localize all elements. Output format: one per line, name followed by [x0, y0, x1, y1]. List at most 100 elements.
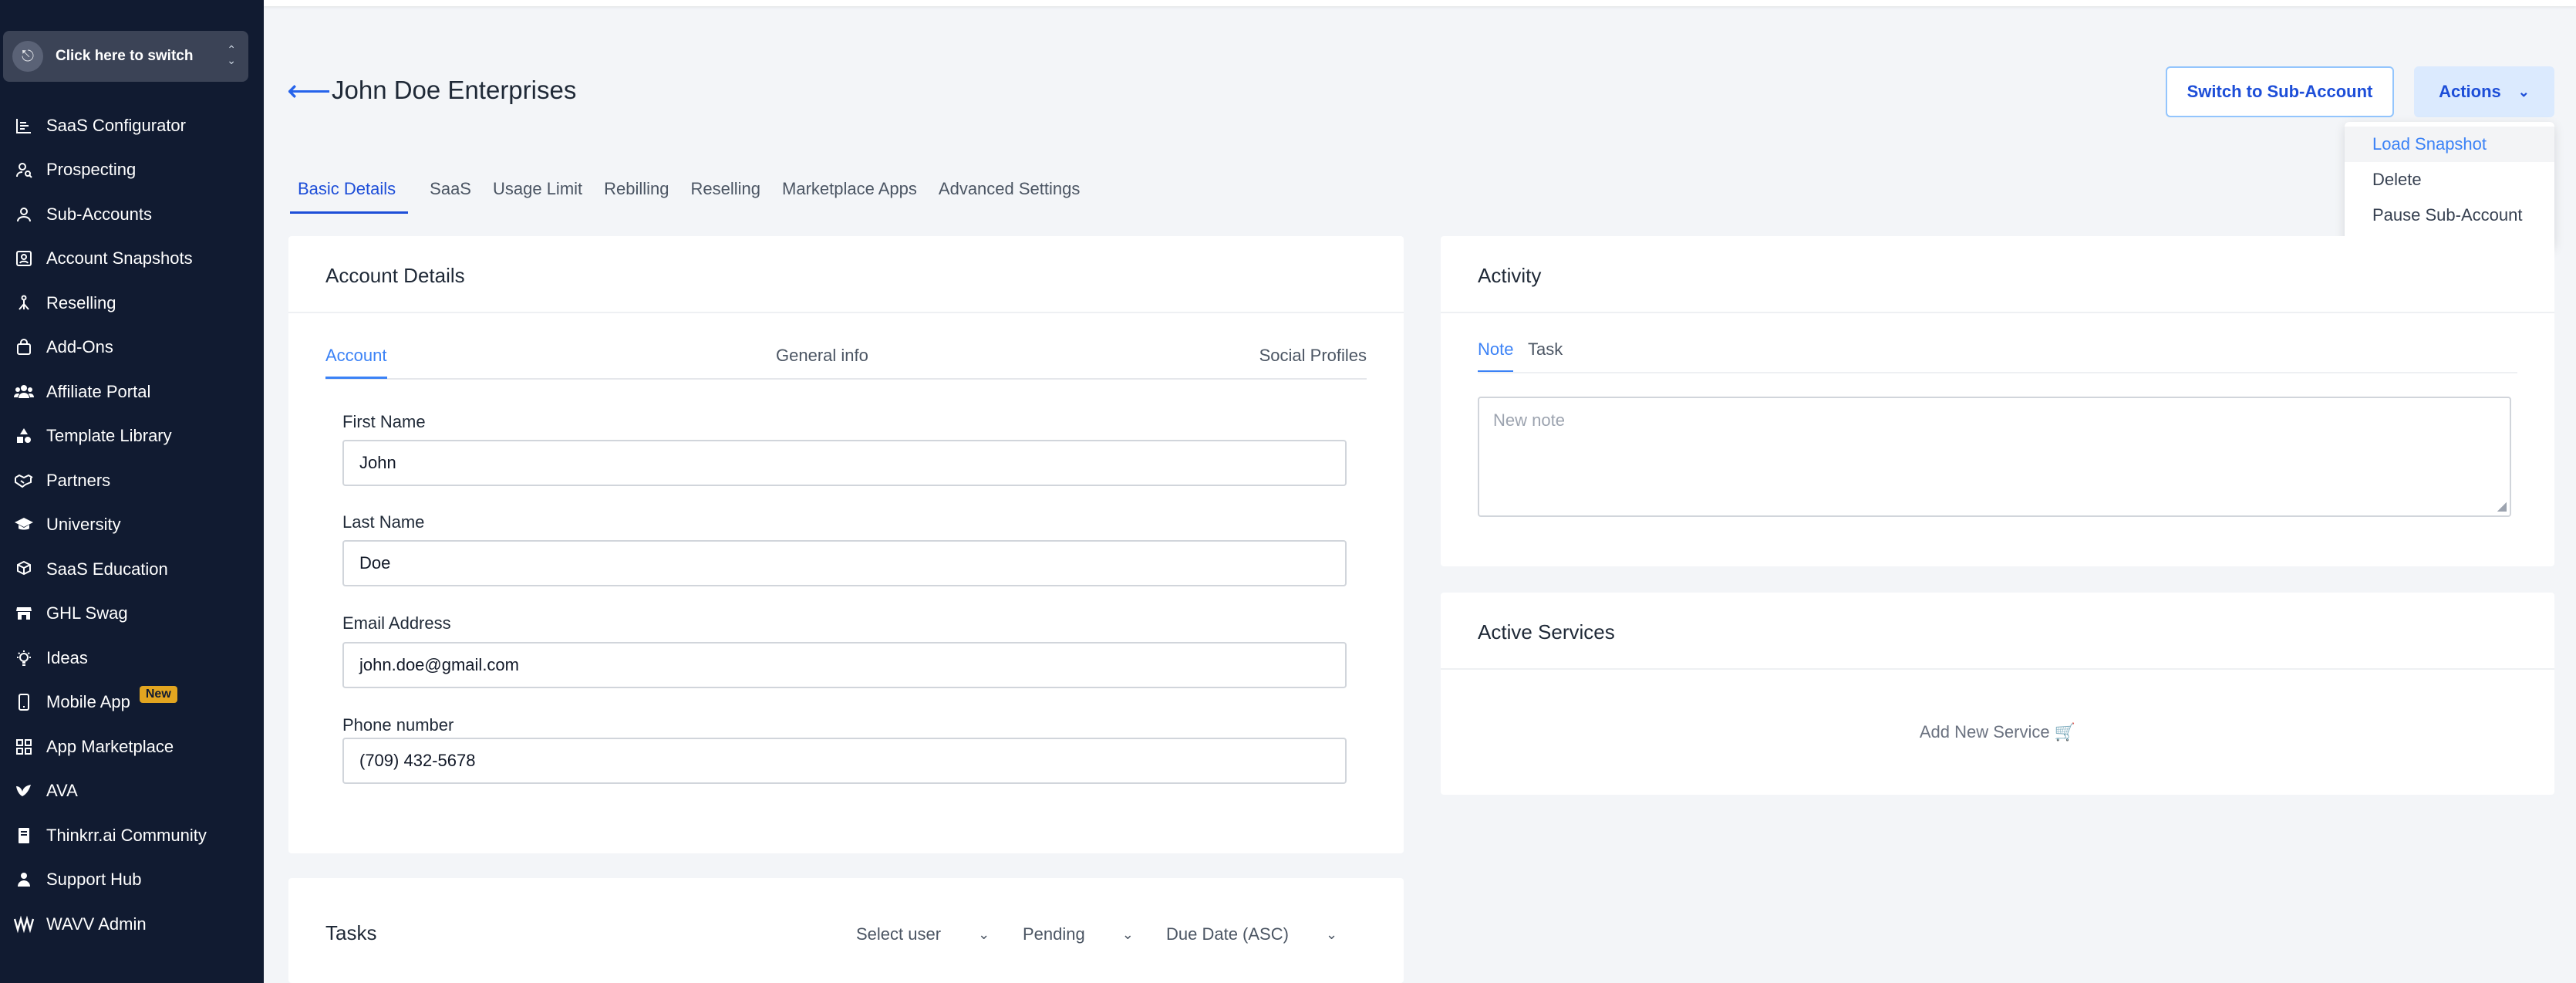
- graduation-cap-icon: [12, 513, 35, 536]
- first-name-label: First Name: [342, 412, 426, 431]
- cart-icon: 🛒: [2054, 722, 2076, 741]
- switcher-label: Click here to switch: [56, 48, 194, 64]
- sidebar-nav: SaaS Configurator Prospecting Sub-Accoun…: [0, 103, 264, 947]
- account-details-card: Account Details Account General info Soc…: [288, 236, 1404, 853]
- sidebar-item-reselling[interactable]: Reselling: [0, 281, 264, 326]
- tab-underline: [1478, 372, 2517, 373]
- select-user-dropdown[interactable]: Select user ⌄: [856, 924, 990, 944]
- menu-item-pause-sub-account[interactable]: Pause Sub-Account: [2345, 198, 2554, 233]
- sidebar-item-partners[interactable]: Partners: [0, 458, 264, 503]
- sidebar: ⎋ Click here to switch ⌃ ⌄ SaaS Configura…: [0, 0, 264, 983]
- sidebar-item-support-hub[interactable]: Support Hub: [0, 858, 264, 903]
- sidebar-item-label: AVA: [46, 781, 78, 801]
- divider: [1441, 668, 2554, 670]
- filter-label: Pending: [1023, 924, 1085, 944]
- menu-item-delete[interactable]: Delete: [2345, 162, 2554, 198]
- sort-dropdown[interactable]: Due Date (ASC) ⌄: [1166, 924, 1337, 944]
- cubes-icon: [12, 558, 35, 581]
- sidebar-item-label: Account Snapshots: [46, 248, 193, 269]
- lightbulb-icon: [12, 647, 35, 670]
- first-name-field[interactable]: John: [342, 440, 1347, 486]
- subtab-general-info[interactable]: General info: [776, 346, 868, 366]
- account-switcher[interactable]: ⎋ Click here to switch ⌃ ⌄: [3, 31, 248, 82]
- sidebar-item-prospecting[interactable]: Prospecting: [0, 148, 264, 193]
- tab-note[interactable]: Note: [1478, 339, 1514, 373]
- sidebar-item-university[interactable]: University: [0, 503, 264, 548]
- sidebar-item-label: Prospecting: [46, 160, 137, 180]
- account-subtabs: Account General info Social Profiles: [325, 333, 1367, 380]
- tasks-card: Tasks Select user ⌄ Pending ⌄ Due Date (…: [288, 878, 1404, 983]
- sidebar-item-template-library[interactable]: Template Library: [0, 414, 264, 459]
- book-icon: [12, 824, 35, 847]
- sidebar-item-add-ons[interactable]: Add-Ons: [0, 326, 264, 370]
- add-service-label: Add New Service: [1919, 722, 2050, 741]
- tab-rebilling[interactable]: Rebilling: [604, 170, 669, 214]
- divider: [288, 312, 1404, 313]
- menu-item-load-snapshot[interactable]: Load Snapshot: [2345, 127, 2554, 162]
- sidebar-item-saas-configurator[interactable]: SaaS Configurator: [0, 103, 264, 148]
- subtab-account[interactable]: Account: [325, 346, 387, 379]
- last-name-field[interactable]: Doe: [342, 540, 1347, 586]
- sidebar-item-label: Support Hub: [46, 870, 142, 890]
- bird-icon: [12, 779, 35, 802]
- sidebar-item-label: Ideas: [46, 647, 88, 667]
- tab-saas[interactable]: SaaS: [430, 170, 471, 214]
- actions-button-label: Actions: [2439, 82, 2501, 101]
- add-new-service-button[interactable]: Add New Service 🛒: [1441, 722, 2554, 742]
- users-icon: [12, 380, 35, 404]
- actions-dropdown: Load Snapshot Delete Pause Sub-Account: [2345, 122, 2554, 247]
- actions-button[interactable]: Actions ⌄: [2414, 66, 2554, 117]
- sidebar-item-label: Add-Ons: [46, 337, 113, 357]
- back-arrow-icon[interactable]: ⟵: [287, 76, 331, 106]
- sidebar-item-wavv-admin[interactable]: WAVV Admin: [0, 902, 264, 947]
- chevron-down-icon: ⌄: [2517, 83, 2530, 100]
- chevron-updown-icon: ⌃ ⌄: [227, 43, 236, 66]
- sidebar-item-label: SaaS Configurator: [46, 115, 186, 135]
- switch-to-sub-account-button[interactable]: Switch to Sub-Account: [2166, 66, 2394, 117]
- sidebar-item-app-marketplace[interactable]: App Marketplace: [0, 725, 264, 769]
- snapshot-icon: [12, 247, 35, 270]
- sidebar-item-label: WAVV Admin: [46, 914, 147, 934]
- card-title: Activity: [1478, 264, 1542, 287]
- wave-icon: [12, 913, 35, 936]
- sidebar-item-sub-accounts[interactable]: Sub-Accounts: [0, 192, 264, 237]
- tab-basic-details[interactable]: Basic Details: [290, 170, 409, 214]
- phone-label: Phone number: [342, 715, 454, 735]
- sidebar-item-ideas[interactable]: Ideas: [0, 636, 264, 681]
- status-dropdown[interactable]: Pending ⌄: [1023, 924, 1134, 944]
- sidebar-item-account-snapshots[interactable]: Account Snapshots: [0, 237, 264, 282]
- tab-marketplace-apps[interactable]: Marketplace Apps: [782, 170, 917, 214]
- active-services-card: Active Services Add New Service 🛒: [1441, 593, 2554, 795]
- sidebar-item-ghl-swag[interactable]: GHL Swag: [0, 592, 264, 637]
- email-label: Email Address: [342, 613, 451, 633]
- new-badge: New: [139, 686, 177, 704]
- sidebar-item-saas-education[interactable]: SaaS Education: [0, 547, 264, 592]
- sidebar-item-label: Thinkrr.ai Community: [46, 825, 207, 845]
- sidebar-item-ava[interactable]: AVA: [0, 769, 264, 814]
- sidebar-item-thinkrr-community[interactable]: Thinkrr.ai Community: [0, 813, 264, 858]
- sidebar-item-label: SaaS Education: [46, 559, 168, 579]
- sidebar-item-label: Reselling: [46, 292, 116, 312]
- chart-bars-icon: [12, 114, 35, 137]
- sidebar-item-label: Affiliate Portal: [46, 381, 151, 401]
- tab-advanced-settings[interactable]: Advanced Settings: [939, 170, 1080, 214]
- subtab-social-profiles[interactable]: Social Profiles: [1259, 346, 1367, 366]
- sidebar-item-affiliate-portal[interactable]: Affiliate Portal: [0, 370, 264, 414]
- email-field[interactable]: john.doe@gmail.com: [342, 642, 1347, 688]
- resize-handle-icon[interactable]: ◢: [2497, 498, 2507, 514]
- tab-task[interactable]: Task: [1528, 339, 1563, 360]
- network-icon: [12, 292, 35, 315]
- activity-card: Activity Note Task New note ◢: [1441, 236, 2554, 566]
- tab-reselling[interactable]: Reselling: [691, 170, 761, 214]
- user-icon: [12, 203, 35, 226]
- tab-usage-limit[interactable]: Usage Limit: [493, 170, 582, 214]
- user-search-icon: [12, 158, 35, 181]
- phone-field[interactable]: (709) 432-5678: [342, 738, 1347, 784]
- card-title: Tasks: [325, 921, 377, 944]
- page-title: John Doe Enterprises: [332, 76, 577, 104]
- card-title: Account Details: [325, 264, 465, 287]
- sidebar-item-mobile-app[interactable]: Mobile App New: [0, 681, 264, 725]
- sidebar-item-label: Mobile App: [46, 692, 130, 712]
- new-note-textarea[interactable]: New note ◢: [1478, 397, 2511, 517]
- chevron-down-icon: ⌄: [978, 926, 990, 942]
